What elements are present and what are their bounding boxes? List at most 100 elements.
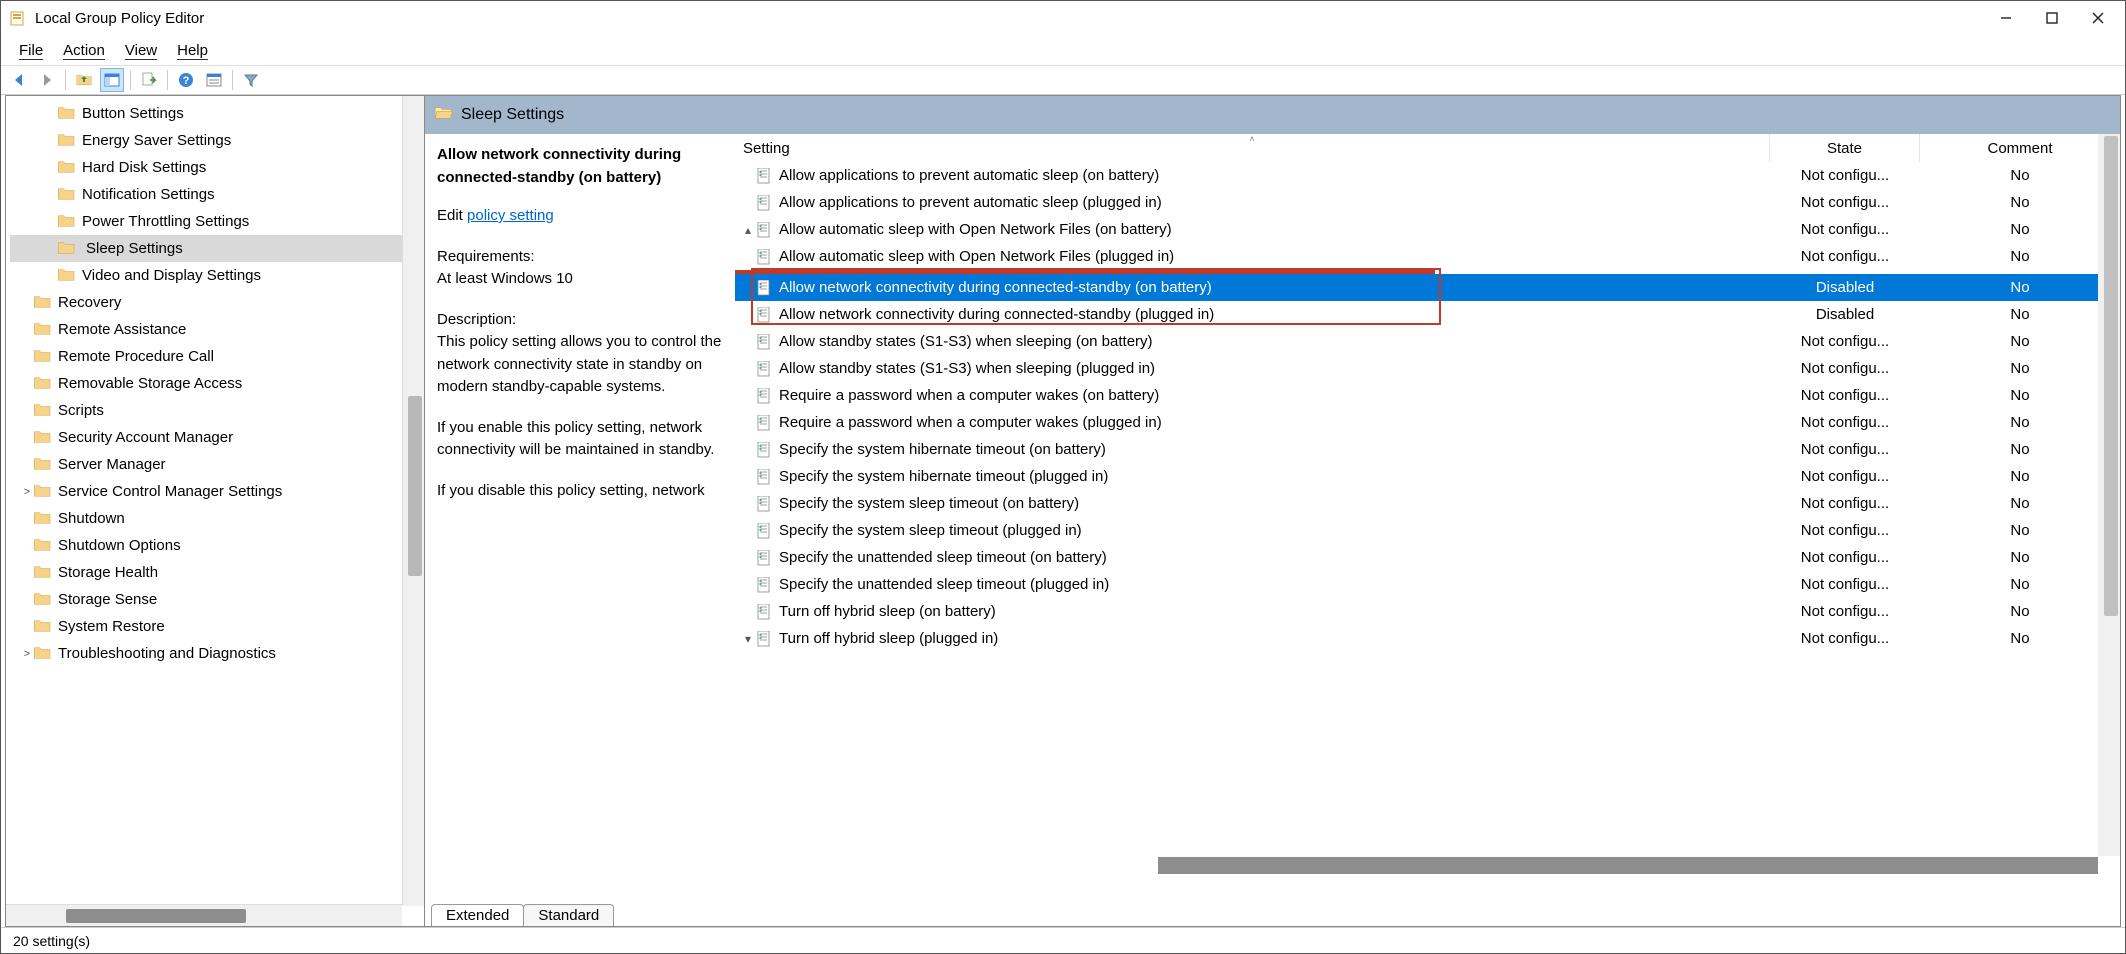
folder-icon (58, 214, 76, 230)
tree-item[interactable]: Storage Health (10, 559, 424, 586)
forward-button[interactable] (35, 68, 59, 92)
tree-item[interactable]: Sleep Settings (10, 235, 424, 262)
tree-item-label: Sleep Settings (82, 239, 187, 258)
policy-row[interactable]: Allow standby states (S1-S3) when sleepi… (735, 355, 2120, 382)
policy-comment: No (1920, 495, 2120, 512)
policy-comment: No (1920, 194, 2120, 211)
policy-state: Not configu... (1770, 549, 1920, 566)
policy-row[interactable]: ▴Allow automatic sleep with Open Network… (735, 216, 2120, 243)
policy-item-icon (757, 631, 773, 647)
tree-item[interactable]: Security Account Manager (10, 424, 424, 451)
policy-row[interactable]: Specify the system sleep timeout (on bat… (735, 490, 2120, 517)
policy-comment: No (1920, 603, 2120, 620)
close-button[interactable] (2075, 2, 2121, 34)
policy-item-icon (757, 415, 773, 431)
policy-row[interactable]: Allow automatic sleep with Open Network … (735, 243, 2120, 270)
column-header-state[interactable]: State (1770, 134, 1920, 162)
tree-item[interactable]: Notification Settings (10, 181, 424, 208)
properties-button[interactable] (202, 68, 226, 92)
tree-item[interactable]: Shutdown (10, 505, 424, 532)
policy-state: Not configu... (1770, 248, 1920, 265)
description-pane: Allow network connectivity during connec… (425, 134, 735, 896)
scrollbar-thumb[interactable] (66, 909, 246, 923)
tree-horizontal-scrollbar[interactable] (6, 904, 402, 926)
scroll-up-icon[interactable]: ▴ (739, 223, 757, 237)
details-body: Allow network connectivity during connec… (425, 134, 2120, 896)
policy-row[interactable]: Allow applications to prevent automatic … (735, 189, 2120, 216)
menu-file[interactable]: File (9, 38, 53, 63)
folder-icon (34, 646, 52, 662)
svg-text:?: ? (183, 75, 190, 87)
minimize-button[interactable] (1983, 2, 2029, 34)
tree-vertical-scrollbar[interactable] (402, 96, 424, 906)
tree-item[interactable]: Storage Sense (10, 586, 424, 613)
tree-pane: Button SettingsEnergy Saver SettingsHard… (5, 95, 425, 927)
scrollbar-thumb[interactable] (2104, 136, 2118, 616)
policy-row[interactable]: Allow network connectivity during connec… (735, 274, 2120, 301)
tree-item[interactable]: Removable Storage Access (10, 370, 424, 397)
policy-state: Not configu... (1770, 522, 1920, 539)
column-header-comment[interactable]: Comment (1920, 134, 2120, 162)
policy-row[interactable]: Specify the unattended sleep timeout (on… (735, 544, 2120, 571)
policy-state: Disabled (1770, 279, 1920, 296)
policy-row[interactable]: Turn off hybrid sleep (on battery)Not co… (735, 598, 2120, 625)
tree-item[interactable]: Power Throttling Settings (10, 208, 424, 235)
tree-item[interactable]: Remote Assistance (10, 316, 424, 343)
policy-state: Not configu... (1770, 468, 1920, 485)
back-button[interactable] (7, 68, 31, 92)
policy-setting-name: Allow applications to prevent automatic … (777, 194, 1770, 211)
policy-row[interactable]: Allow network connectivity during connec… (735, 301, 2120, 328)
expand-icon[interactable]: > (20, 648, 34, 660)
folder-icon (58, 133, 76, 149)
expand-icon[interactable]: > (20, 486, 34, 498)
filter-button[interactable] (239, 68, 263, 92)
policy-row[interactable]: Specify the system hibernate timeout (on… (735, 436, 2120, 463)
tree-item-label: Storage Sense (58, 591, 157, 608)
tree-item[interactable]: >Service Control Manager Settings (10, 478, 424, 505)
tree-item[interactable]: Recovery (10, 289, 424, 316)
tree-item[interactable]: >Troubleshooting and Diagnostics (10, 640, 424, 667)
policy-row[interactable]: Specify the unattended sleep timeout (pl… (735, 571, 2120, 598)
edit-policy-link[interactable]: policy setting (467, 207, 554, 224)
policy-row[interactable]: Allow applications to prevent automatic … (735, 162, 2120, 189)
tree-item[interactable]: Remote Procedure Call (10, 343, 424, 370)
maximize-button[interactable] (2029, 2, 2075, 34)
tree-item[interactable]: System Restore (10, 613, 424, 640)
policy-setting-name: Specify the system hibernate timeout (pl… (777, 468, 1770, 485)
details-vertical-scrollbar[interactable] (2098, 134, 2120, 856)
policy-item-icon (757, 168, 773, 184)
help-button[interactable]: ? (174, 68, 198, 92)
scrollbar-thumb[interactable] (408, 396, 422, 576)
folder-icon (34, 538, 52, 554)
tab-standard[interactable]: Standard (523, 904, 614, 926)
tree-item[interactable]: Shutdown Options (10, 532, 424, 559)
export-button[interactable] (137, 68, 161, 92)
tree-item[interactable]: Server Manager (10, 451, 424, 478)
tree-item[interactable]: Energy Saver Settings (10, 127, 424, 154)
tree-item[interactable]: Button Settings (10, 100, 424, 127)
policy-row[interactable]: Specify the system sleep timeout (plugge… (735, 517, 2120, 544)
policy-state: Not configu... (1770, 495, 1920, 512)
policy-item-icon (757, 195, 773, 211)
up-button[interactable] (72, 68, 96, 92)
details-horizontal-scrollbar[interactable] (1158, 857, 2098, 874)
folder-icon (34, 511, 52, 527)
menu-action[interactable]: Action (53, 38, 115, 63)
show-hide-tree-button[interactable] (100, 68, 124, 92)
policy-row[interactable]: Allow standby states (S1-S3) when sleepi… (735, 328, 2120, 355)
tree-item[interactable]: Video and Display Settings (10, 262, 424, 289)
policy-row[interactable]: Require a password when a computer wakes… (735, 409, 2120, 436)
policy-row[interactable]: Require a password when a computer wakes… (735, 382, 2120, 409)
scroll-down-icon[interactable]: ▾ (739, 632, 757, 646)
column-header-setting[interactable]: ˄ Setting (735, 134, 1770, 162)
tree-item[interactable]: Scripts (10, 397, 424, 424)
policy-setting-name: Allow network connectivity during connec… (777, 279, 1770, 296)
tree-item[interactable]: Hard Disk Settings (10, 154, 424, 181)
toolbar-separator (232, 70, 233, 90)
menu-help[interactable]: Help (167, 38, 218, 63)
tab-extended[interactable]: Extended (431, 904, 524, 926)
menu-view[interactable]: View (115, 38, 167, 63)
policy-row[interactable]: ▾Turn off hybrid sleep (plugged in)Not c… (735, 625, 2120, 652)
policy-item-icon (757, 249, 773, 265)
policy-row[interactable]: Specify the system hibernate timeout (pl… (735, 463, 2120, 490)
